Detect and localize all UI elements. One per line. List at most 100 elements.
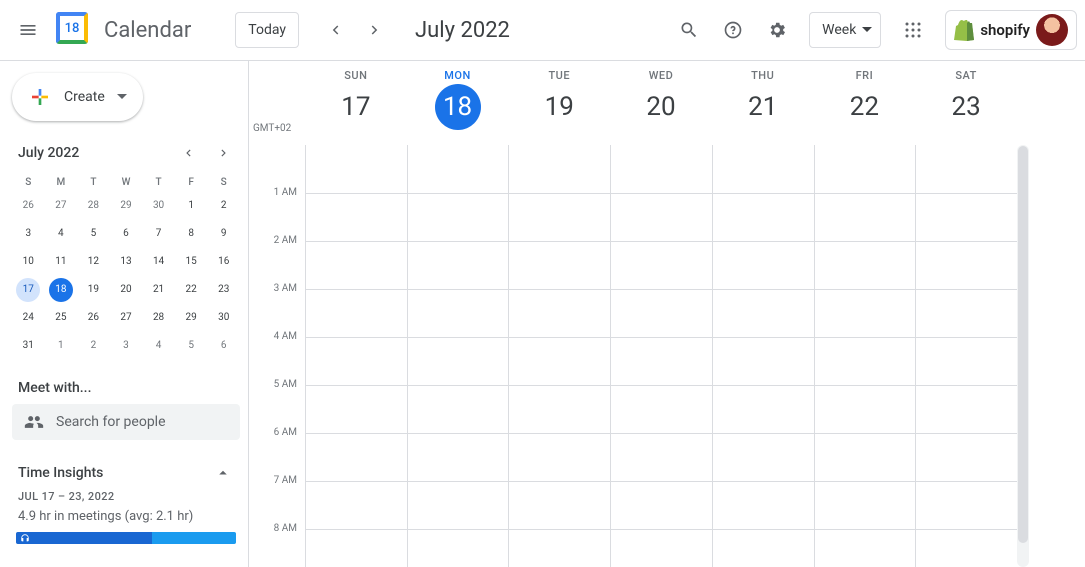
chevron-left-icon xyxy=(326,21,344,39)
mini-calendar-day[interactable]: 13 xyxy=(114,250,138,274)
calendar-logo[interactable]: 18 xyxy=(56,12,92,48)
day-abbr: SUN xyxy=(305,69,407,82)
mini-calendar-day[interactable]: 2 xyxy=(81,334,105,358)
prev-period-button[interactable] xyxy=(315,10,355,50)
mini-calendar-day[interactable]: 3 xyxy=(114,334,138,358)
day-header[interactable]: SUN17 xyxy=(305,61,407,145)
mini-dow-label: T xyxy=(77,173,110,192)
mini-calendar-day[interactable]: 29 xyxy=(179,306,203,330)
settings-button[interactable] xyxy=(757,10,797,50)
day-column[interactable] xyxy=(508,145,610,567)
mini-calendar-day[interactable]: 19 xyxy=(81,278,105,302)
mini-calendar-day[interactable]: 4 xyxy=(49,222,73,246)
search-button[interactable] xyxy=(669,10,709,50)
insights-date-range: JUL 17 – 23, 2022 xyxy=(18,490,240,503)
mini-calendar-day[interactable]: 10 xyxy=(16,250,40,274)
help-button[interactable] xyxy=(713,10,753,50)
today-button[interactable]: Today xyxy=(235,12,299,48)
mini-calendar-day[interactable]: 6 xyxy=(114,222,138,246)
mini-calendar-day[interactable]: 28 xyxy=(81,194,105,218)
mini-calendar-day[interactable]: 4 xyxy=(147,334,171,358)
mini-calendar-day[interactable]: 29 xyxy=(114,194,138,218)
mini-calendar-day[interactable]: 27 xyxy=(114,306,138,330)
day-header[interactable]: SAT23 xyxy=(915,61,1017,145)
chevron-right-icon xyxy=(366,21,384,39)
mini-next-month[interactable] xyxy=(212,141,236,165)
user-avatar[interactable] xyxy=(1036,14,1068,46)
mini-calendar-day[interactable]: 17 xyxy=(16,278,40,302)
mini-calendar-day[interactable]: 26 xyxy=(16,194,40,218)
mini-calendar-day[interactable]: 30 xyxy=(147,194,171,218)
insights-bar-segment-2 xyxy=(152,532,236,544)
apps-button[interactable] xyxy=(893,10,933,50)
day-column[interactable] xyxy=(814,145,916,567)
day-header[interactable]: TUE19 xyxy=(508,61,610,145)
mini-calendar-title: July 2022 xyxy=(18,145,79,161)
search-people-input[interactable]: Search for people xyxy=(12,404,240,440)
mini-calendar-day[interactable]: 23 xyxy=(212,278,236,302)
day-header[interactable]: MON18 xyxy=(407,61,509,145)
current-period-title: July 2022 xyxy=(415,18,510,43)
hour-label: 6 AM xyxy=(253,427,297,438)
time-insights-header[interactable]: Time Insights xyxy=(12,464,240,482)
mini-calendar-day[interactable]: 22 xyxy=(179,278,203,302)
day-column[interactable] xyxy=(712,145,814,567)
mini-calendar-day[interactable]: 1 xyxy=(49,334,73,358)
day-column[interactable] xyxy=(610,145,712,567)
mini-calendar-day[interactable]: 26 xyxy=(81,306,105,330)
mini-calendar-day[interactable]: 14 xyxy=(147,250,171,274)
mini-calendar-day[interactable]: 11 xyxy=(49,250,73,274)
mini-calendar-day[interactable]: 27 xyxy=(49,194,73,218)
mini-calendar-day[interactable]: 3 xyxy=(16,222,40,246)
hour-label: 4 AM xyxy=(253,331,297,342)
mini-dow-label: W xyxy=(110,173,143,192)
view-selector[interactable]: Week xyxy=(809,12,881,48)
day-column[interactable] xyxy=(305,145,407,567)
mini-calendar-day[interactable]: 18 xyxy=(49,278,73,302)
mini-calendar-day[interactable]: 21 xyxy=(147,278,171,302)
scrollbar[interactable] xyxy=(1017,145,1029,567)
mini-calendar-day[interactable]: 6 xyxy=(212,334,236,358)
mini-calendar-day[interactable]: 16 xyxy=(212,250,236,274)
day-column[interactable] xyxy=(407,145,509,567)
shopify-account[interactable]: shopify xyxy=(945,10,1077,50)
insights-bar-segment-1 xyxy=(16,532,152,544)
mini-calendar-day[interactable]: 30 xyxy=(212,306,236,330)
create-button[interactable]: Create xyxy=(12,73,143,121)
mini-calendar-day[interactable]: 24 xyxy=(16,306,40,330)
hour-label: 1 AM xyxy=(253,187,297,198)
mini-calendar-day[interactable]: 5 xyxy=(179,334,203,358)
mini-calendar-header: July 2022 xyxy=(12,141,240,173)
day-number: 21 xyxy=(740,84,786,130)
mini-calendar-day[interactable]: 31 xyxy=(16,334,40,358)
mini-calendar-day[interactable]: 28 xyxy=(147,306,171,330)
next-period-button[interactable] xyxy=(355,10,395,50)
mini-prev-month[interactable] xyxy=(176,141,200,165)
gear-icon xyxy=(767,20,787,40)
people-icon xyxy=(24,412,44,432)
mini-calendar-nav xyxy=(176,141,236,165)
plus-icon xyxy=(28,85,52,109)
day-column[interactable] xyxy=(915,145,1017,567)
day-header[interactable]: FRI22 xyxy=(814,61,916,145)
calendar-grid-body[interactable]: 1 AM2 AM3 AM4 AM5 AM6 AM7 AM8 AM9 AM10 A… xyxy=(249,145,1017,567)
day-header[interactable]: THU21 xyxy=(712,61,814,145)
day-abbr: WED xyxy=(610,69,712,82)
chevron-up-icon xyxy=(214,464,232,482)
scrollbar-thumb[interactable] xyxy=(1018,146,1028,543)
day-header[interactable]: WED20 xyxy=(610,61,712,145)
mini-calendar-day[interactable]: 8 xyxy=(179,222,203,246)
mini-calendar-day[interactable]: 7 xyxy=(147,222,171,246)
mini-calendar-day[interactable]: 1 xyxy=(179,194,203,218)
view-selector-label: Week xyxy=(822,22,856,38)
mini-calendar-day[interactable]: 9 xyxy=(212,222,236,246)
mini-calendar-day[interactable]: 15 xyxy=(179,250,203,274)
hour-label: 7 AM xyxy=(253,475,297,486)
mini-calendar-day[interactable]: 20 xyxy=(114,278,138,302)
insights-summary: 4.9 hr in meetings (avg: 2.1 hr) xyxy=(18,509,240,524)
mini-calendar-day[interactable]: 12 xyxy=(81,250,105,274)
mini-calendar-day[interactable]: 5 xyxy=(81,222,105,246)
mini-calendar-day[interactable]: 25 xyxy=(49,306,73,330)
mini-calendar-day[interactable]: 2 xyxy=(212,194,236,218)
main-menu-button[interactable] xyxy=(8,10,48,50)
